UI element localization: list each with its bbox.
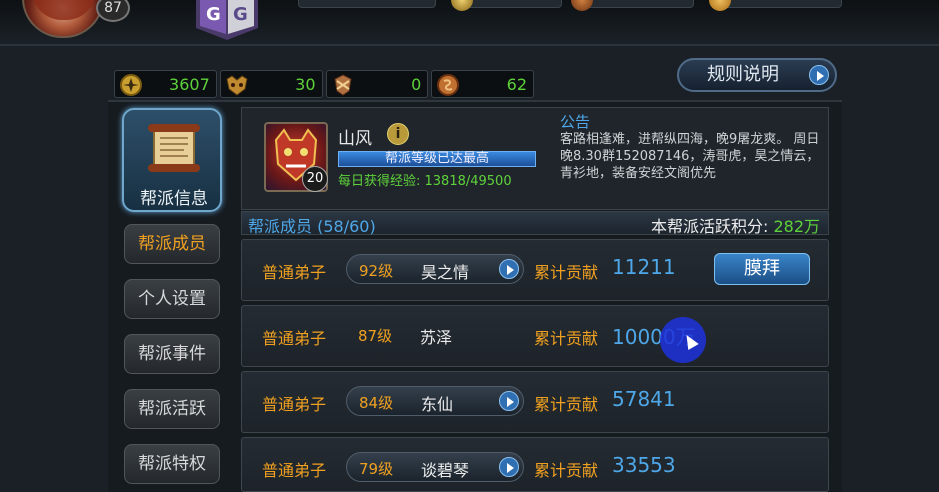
notice-body: 客路相逢难，进帮纵四海，晚9屠龙爽。 周日晚8.30群152087146，涛哥虎… [560, 132, 820, 181]
top-resource-slot-3 [571, 0, 694, 11]
member-level: 84级 [359, 394, 394, 412]
rules-button-label: 规则说明 [707, 64, 779, 85]
rules-button[interactable]: 规则说明 [677, 58, 837, 92]
sidebar-item-guild-info-label: 帮派信息 [140, 189, 208, 209]
top-resource-slot-2 [451, 0, 562, 11]
guild-activity-value: 282万 [773, 217, 820, 236]
player-avatar[interactable] [22, 0, 104, 38]
worship-button[interactable]: 膜拜 [714, 253, 810, 285]
member-count: 帮派成员 (58/60) [248, 217, 376, 236]
svg-text:G: G [206, 4, 221, 25]
contribution-value: 33553 [612, 453, 676, 477]
crest-icon [333, 74, 352, 96]
member-level: 92级 [359, 262, 394, 280]
currency-demon-mask: 30 [219, 70, 323, 98]
guild-name: 山风 [338, 129, 372, 149]
contribution-value: 57841 [612, 387, 676, 411]
member-name: 昊之情 [421, 263, 470, 282]
top-resource-slot-4 [709, 0, 842, 11]
contribution-label: 累计贡献 [534, 263, 599, 282]
contribution-label: 累计贡献 [534, 395, 599, 414]
sidebar-item-members[interactable]: 帮派成员 [124, 224, 220, 264]
scroll-token-icon [437, 74, 460, 96]
contribution-value: 11211 [612, 255, 676, 279]
member-role: 普通弟子 [262, 263, 327, 282]
guild-activity-score: 本帮派活跃积分: 282万 [650, 217, 820, 236]
guild-info-card: 20 山风 i 帮派等级已达最高 每日获得经验: 13818/49500 公告 … [241, 107, 829, 210]
member-role: 普通弟子 [262, 461, 327, 480]
arrow-right-icon [499, 457, 519, 477]
member-row[interactable]: 普通弟子 79级 谈碧琴 累计贡献 33553 [241, 437, 829, 492]
member-name: 谈碧琴 [421, 461, 470, 480]
member-row[interactable]: 普通弟子 92级 昊之情 累计贡献 11211 膜拜 [241, 239, 829, 301]
sidebar-item-personal-settings[interactable]: 个人设置 [124, 279, 220, 319]
sidebar-item-privileges[interactable]: 帮派特权 [124, 444, 220, 484]
member-profile-pill[interactable]: 84级 东仙 [346, 386, 524, 416]
member-name: 苏泽 [420, 328, 453, 347]
top-resource-slot-1 [298, 0, 436, 8]
member-profile-pill[interactable]: 92级 昊之情 [346, 254, 524, 284]
sidebar-item-events[interactable]: 帮派事件 [124, 334, 220, 374]
arrow-right-icon [499, 259, 519, 279]
guild-emblem-level: 20 [302, 166, 328, 192]
members-header: 帮派成员 (58/60) 本帮派活跃积分: 282万 [241, 211, 829, 236]
guild-emblem[interactable]: 20 [264, 122, 328, 192]
member-role: 普通弟子 [262, 395, 327, 414]
info-icon[interactable]: i [387, 123, 409, 145]
member-profile-pill[interactable]: 87级 苏泽 [346, 320, 524, 350]
currency-scroll-token: 62 [431, 70, 534, 98]
currency-crest: 0 [325, 70, 429, 98]
member-row[interactable]: 普通弟子 84级 东仙 累计贡献 57841 [241, 371, 829, 433]
demon-mask-icon [226, 75, 248, 96]
scroll-icon [148, 124, 200, 172]
player-level-badge: 87 [96, 0, 130, 22]
member-role: 普通弟子 [262, 329, 327, 348]
contribution-label: 累计贡献 [534, 329, 599, 348]
member-name: 东仙 [421, 395, 454, 414]
guild-daily-exp: 每日获得经验: 13818/49500 [338, 174, 512, 189]
member-level: 87级 [358, 327, 393, 345]
gold-coin-icon [120, 74, 142, 96]
member-level: 79级 [359, 460, 394, 478]
notice-title: 公告 [560, 113, 591, 131]
member-profile-pill[interactable]: 79级 谈碧琴 [346, 452, 524, 482]
top-status-bar: 87 G G [0, 0, 939, 46]
contribution-label: 累计贡献 [534, 461, 599, 480]
sidebar-item-guild-info[interactable]: 帮派信息 [122, 108, 222, 212]
currency-gold: 3607 [114, 70, 217, 98]
arrow-right-icon [499, 391, 519, 411]
arrow-right-icon [809, 65, 829, 85]
member-row[interactable]: 普通弟子 87级 苏泽 累计贡献 10000万 [241, 305, 829, 367]
sidebar-item-activity[interactable]: 帮派活跃 [124, 389, 220, 429]
guild-level-bar: 帮派等级已达最高 [338, 151, 536, 167]
svg-text:G: G [233, 4, 248, 25]
gg-logo-icon[interactable]: G G [196, 0, 258, 40]
guild-currency-bar: 3607 30 0 62 [114, 70, 534, 98]
